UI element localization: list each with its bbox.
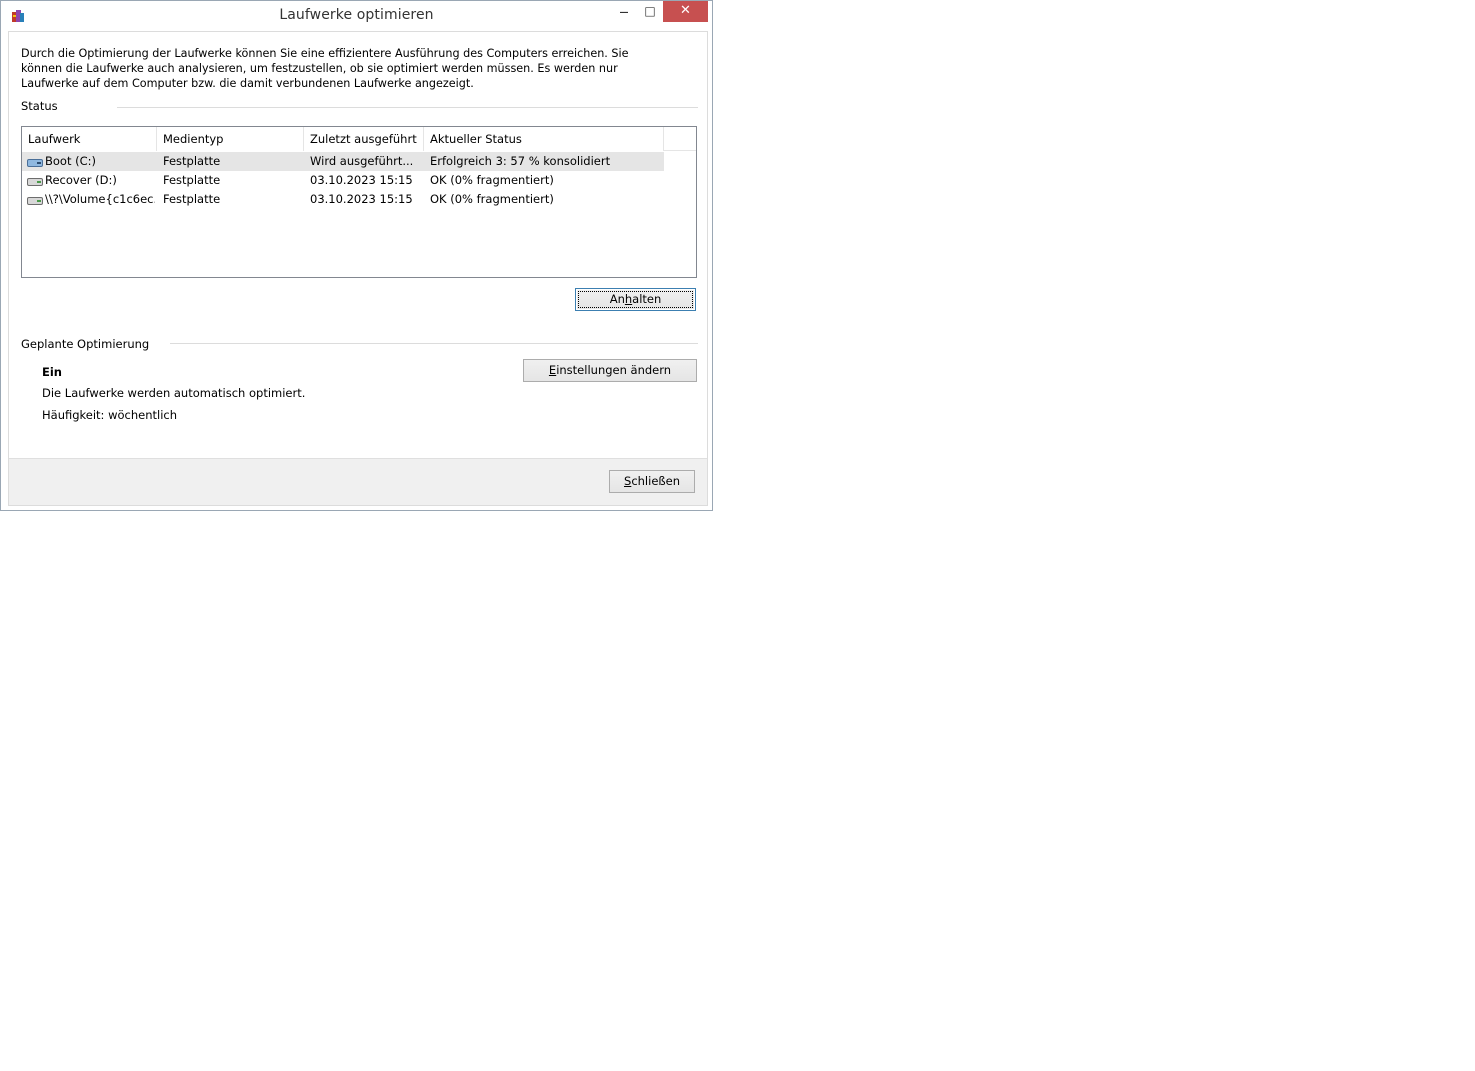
stop-button[interactable]: Anhalten bbox=[575, 288, 696, 311]
drive-row[interactable]: Recover (D:) Festplatte 03.10.2023 15:15… bbox=[22, 171, 664, 190]
window-title: Laufwerke optimieren bbox=[279, 7, 434, 23]
change-settings-button[interactable]: Einstellungen ändern bbox=[523, 359, 697, 382]
dialog-footer: Schließen bbox=[9, 458, 707, 505]
system-drive-icon bbox=[27, 159, 43, 167]
header-filler bbox=[664, 127, 696, 151]
drive-last-run: Wird ausgeführt... bbox=[310, 154, 414, 168]
hard-drive-icon bbox=[27, 197, 43, 205]
optimize-drives-window: Laufwerke optimieren — □ ✕ Durch die Opt… bbox=[0, 0, 713, 511]
minimize-icon: — bbox=[619, 8, 629, 18]
status-group-divider bbox=[117, 107, 698, 108]
drive-row[interactable]: Boot (C:) Festplatte Wird ausgeführt... … bbox=[22, 152, 664, 171]
column-header-current-status[interactable]: Aktueller Status bbox=[424, 127, 664, 151]
schedule-state: Ein bbox=[42, 365, 62, 379]
drive-last-run: 03.10.2023 15:15 bbox=[310, 192, 413, 206]
drive-name: Recover (D:) bbox=[45, 173, 117, 187]
description-text: Durch die Optimierung der Laufwerke könn… bbox=[21, 47, 629, 90]
drive-name: Boot (C:) bbox=[45, 154, 97, 168]
minimize-button[interactable]: — bbox=[611, 1, 637, 22]
drive-status: OK (0% fragmentiert) bbox=[430, 192, 554, 206]
title-bar[interactable]: Laufwerke optimieren — □ ✕ bbox=[1, 1, 712, 31]
maximize-icon: □ bbox=[644, 4, 656, 18]
list-header: Laufwerk Medientyp Zuletzt ausgeführt Ak… bbox=[22, 127, 664, 151]
drive-media-type: Festplatte bbox=[163, 154, 221, 168]
dialog-body: Durch die Optimierung der Laufwerke könn… bbox=[8, 31, 708, 506]
drive-status: Erfolgreich 3: 57 % konsolidiert bbox=[430, 154, 611, 168]
drive-name: \\?\Volume{c1c6ec... bbox=[45, 192, 155, 206]
drive-media-type: Festplatte bbox=[163, 192, 221, 206]
close-icon: ✕ bbox=[680, 3, 691, 18]
scheduled-group-divider bbox=[170, 343, 698, 344]
column-header-media-type[interactable]: Medientyp bbox=[157, 127, 304, 151]
drive-status: OK (0% fragmentiert) bbox=[430, 173, 554, 187]
change-settings-label: Einstellungen ändern bbox=[548, 363, 672, 377]
schedule-description: Die Laufwerke werden automatisch optimie… bbox=[42, 386, 306, 400]
close-button-label: Schließen bbox=[624, 474, 680, 488]
column-header-drive[interactable]: Laufwerk bbox=[22, 127, 157, 151]
drive-last-run: 03.10.2023 15:15 bbox=[310, 173, 413, 187]
close-button[interactable]: Schließen bbox=[609, 470, 695, 493]
close-window-button[interactable]: ✕ bbox=[663, 1, 708, 22]
column-header-last-run[interactable]: Zuletzt ausgeführt bbox=[304, 127, 424, 151]
schedule-frequency: Häufigkeit: wöchentlich bbox=[42, 408, 178, 422]
drive-list[interactable]: Laufwerk Medientyp Zuletzt ausgeführt Ak… bbox=[21, 126, 697, 278]
status-group-label: Status bbox=[21, 99, 58, 113]
focus-rectangle bbox=[578, 291, 693, 308]
maximize-button[interactable]: □ bbox=[637, 1, 663, 22]
drive-media-type: Festplatte bbox=[163, 173, 221, 187]
scheduled-group-label: Geplante Optimierung bbox=[21, 337, 150, 351]
drive-row[interactable]: \\?\Volume{c1c6ec... Festplatte 03.10.20… bbox=[22, 190, 664, 209]
hard-drive-icon bbox=[27, 178, 43, 186]
